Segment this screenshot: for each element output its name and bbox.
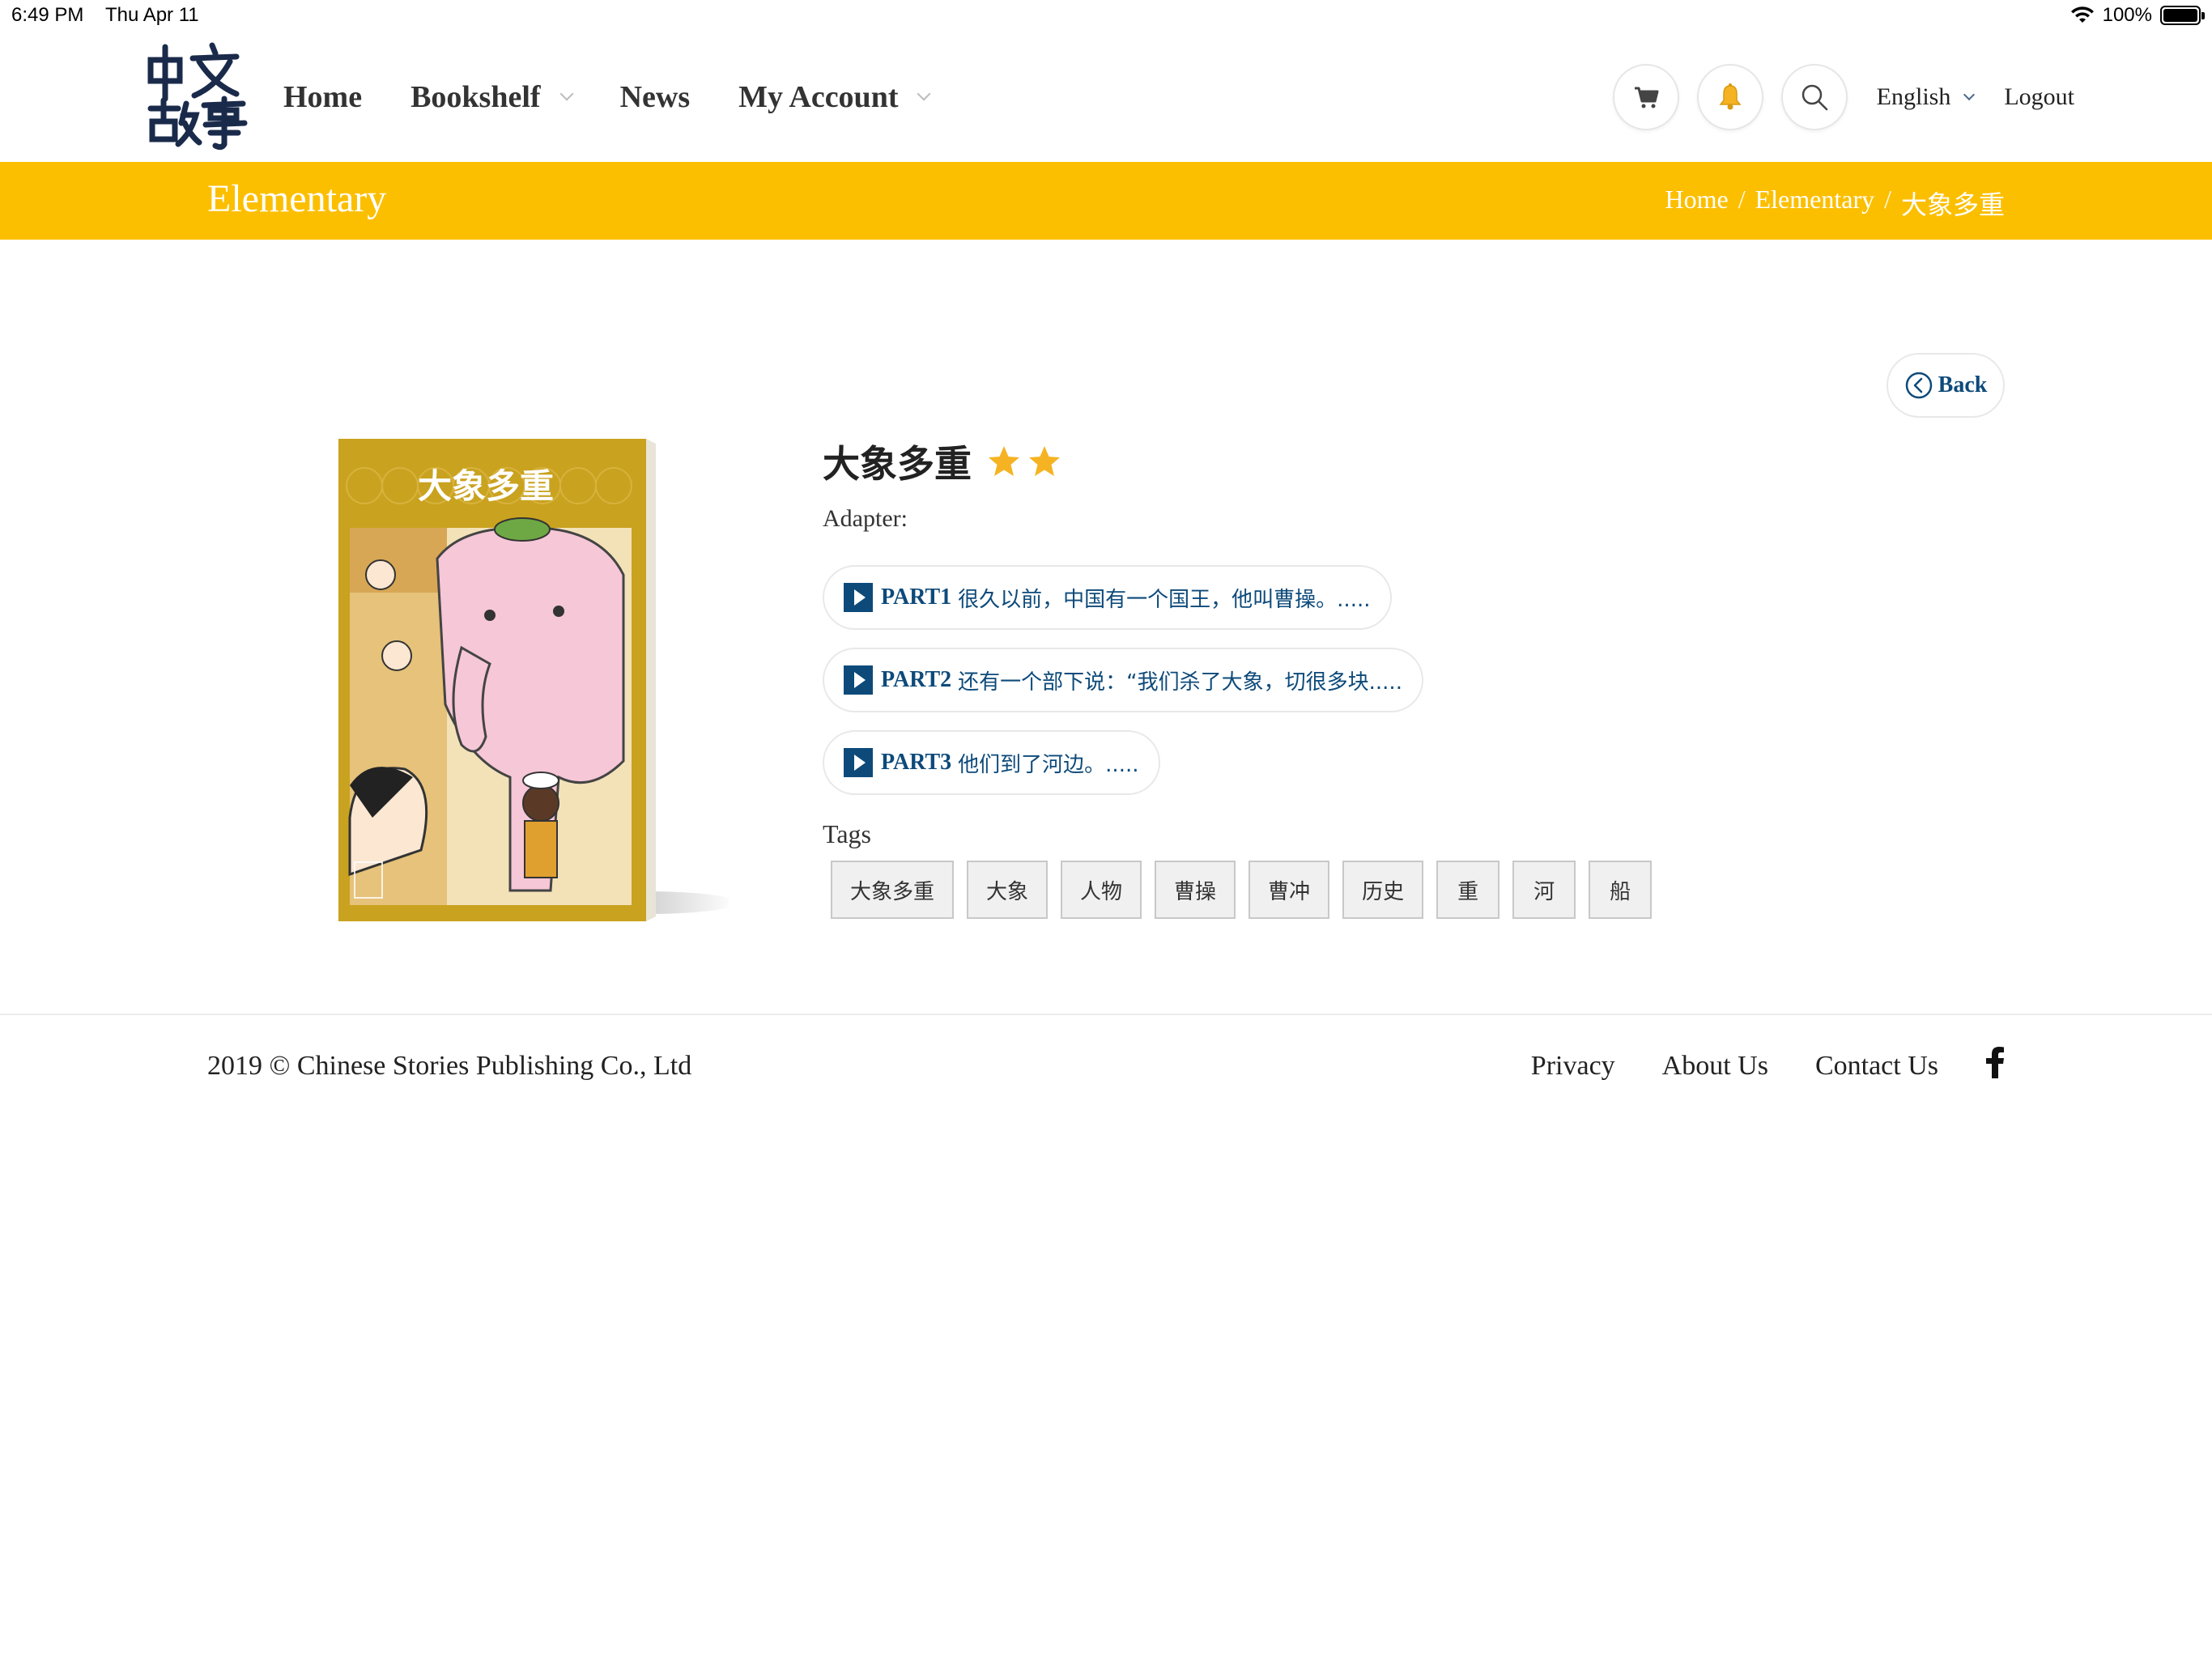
- status-date: Thu Apr 11: [105, 4, 199, 26]
- parts-list: PART1 很久以前，中国有一个国王，他叫曹操。..... PART2 还有一个…: [823, 565, 1875, 795]
- breadcrumb-separator: /: [1738, 185, 1746, 214]
- star-icon: [989, 446, 1019, 476]
- site-header: Home Bookshelf News My Account English L…: [0, 32, 2212, 162]
- back-button-label: Back: [1938, 372, 1988, 397]
- chevron-down-icon: [917, 87, 931, 101]
- tags-heading: Tags: [823, 819, 871, 848]
- nav-news-label: News: [619, 80, 691, 114]
- language-label: English: [1876, 83, 1951, 110]
- facebook-link[interactable]: [1985, 1046, 2005, 1086]
- page-banner: Elementary Home / Elementary / 大象多重: [0, 162, 2212, 240]
- copyright: 2019 © Chinese Stories Publishing Co., L…: [207, 1051, 692, 1081]
- cart-icon: [1634, 87, 1659, 108]
- nav-bookshelf[interactable]: Bookshelf: [410, 79, 574, 115]
- search-icon: [1802, 84, 1827, 111]
- notifications-button[interactable]: [1696, 64, 1763, 130]
- part-text: 很久以前，中国有一个国王，他叫曹操。.....: [958, 587, 1371, 612]
- site-footer: 2019 © Chinese Stories Publishing Co., L…: [0, 1014, 2212, 1127]
- part-3-button[interactable]: PART3 他们到了河边。.....: [823, 730, 1160, 795]
- tag[interactable]: 河: [1512, 861, 1576, 919]
- play-icon: [844, 665, 873, 695]
- back-button[interactable]: Back: [1887, 353, 2005, 418]
- tag[interactable]: 曹冲: [1249, 861, 1330, 919]
- tag[interactable]: 人物: [1061, 861, 1142, 919]
- part-text: 还有一个部下说：“我们杀了大象，切很多块.....: [958, 670, 1402, 695]
- footer-link-privacy[interactable]: Privacy: [1531, 1051, 1615, 1082]
- nav-home[interactable]: Home: [283, 79, 362, 115]
- battery-percent: 100%: [2102, 4, 2152, 26]
- part-label: PART1: [881, 585, 952, 610]
- breadcrumb: Home / Elementary / 大象多重: [1665, 185, 2005, 222]
- part-label: PART3: [881, 750, 952, 775]
- breadcrumb-separator: /: [1884, 185, 1891, 214]
- rating-stars: [986, 444, 1062, 479]
- nav-my-account-label: My Account: [738, 80, 899, 114]
- tags-list: 大象多重 大象 人物 曹操 曹冲 历史 重 河 船: [831, 861, 1875, 919]
- breadcrumb-current: 大象多重: [1900, 190, 2005, 219]
- chevron-left-circle-icon: [1905, 372, 1932, 399]
- tag[interactable]: 船: [1589, 861, 1653, 919]
- tag[interactable]: 大象多重: [831, 861, 955, 919]
- site-logo[interactable]: [146, 42, 251, 152]
- tag[interactable]: 大象: [967, 861, 1049, 919]
- battery-icon: [2160, 6, 2205, 25]
- language-select[interactable]: English: [1876, 83, 1976, 111]
- tag[interactable]: 历史: [1342, 861, 1424, 919]
- part-text: 他们到了河边。.....: [958, 752, 1139, 777]
- breadcrumb-elementary[interactable]: Elementary: [1755, 185, 1874, 222]
- part-label: PART2: [881, 667, 952, 692]
- chevron-down-icon: [559, 87, 574, 101]
- page-title: Elementary: [207, 177, 387, 220]
- status-time: 6:49 PM: [11, 4, 84, 26]
- tag[interactable]: 曹操: [1155, 861, 1236, 919]
- facebook-icon: [1986, 1047, 2004, 1078]
- nav-my-account[interactable]: My Account: [738, 79, 931, 115]
- book-title-row: 大象多重: [823, 429, 1875, 494]
- nav-bookshelf-label: Bookshelf: [410, 80, 541, 114]
- nav-home-label: Home: [283, 80, 363, 114]
- part-1-button[interactable]: PART1 很久以前，中国有一个国王，他叫曹操。.....: [823, 565, 1392, 630]
- footer-links: Privacy About Us Contact Us: [1531, 1046, 2005, 1086]
- adapter-label: Adapter:: [823, 505, 908, 532]
- main-nav: Home Bookshelf News My Account: [283, 32, 931, 162]
- bell-icon: [1719, 83, 1742, 110]
- breadcrumb-home[interactable]: Home: [1665, 185, 1729, 222]
- search-button[interactable]: [1780, 64, 1848, 130]
- logout-link[interactable]: Logout: [2004, 83, 2074, 111]
- book-details: 大象多重 Adapter: PART1 很久以前，中国有一个国王，他叫曹操。..…: [823, 429, 1875, 919]
- play-icon: [844, 583, 873, 612]
- part-2-button[interactable]: PART2 还有一个部下说：“我们杀了大象，切很多块.....: [823, 648, 1423, 712]
- cover-title: 大象多重: [418, 466, 554, 506]
- status-bar: 6:49 PM Thu Apr 11 100%: [0, 0, 2212, 32]
- wifi-icon: [2070, 6, 2094, 23]
- book-cover: 大象多重: [324, 437, 737, 931]
- book-title: 大象多重: [823, 442, 972, 486]
- play-icon: [844, 748, 873, 777]
- chevron-down-icon: [1963, 88, 1976, 101]
- cart-button[interactable]: [1612, 64, 1679, 130]
- star-icon: [1029, 446, 1060, 476]
- nav-news[interactable]: News: [620, 79, 691, 115]
- footer-link-about-us[interactable]: About Us: [1662, 1051, 1768, 1082]
- footer-link-contact-us[interactable]: Contact Us: [1815, 1051, 1938, 1082]
- tag[interactable]: 重: [1436, 861, 1500, 919]
